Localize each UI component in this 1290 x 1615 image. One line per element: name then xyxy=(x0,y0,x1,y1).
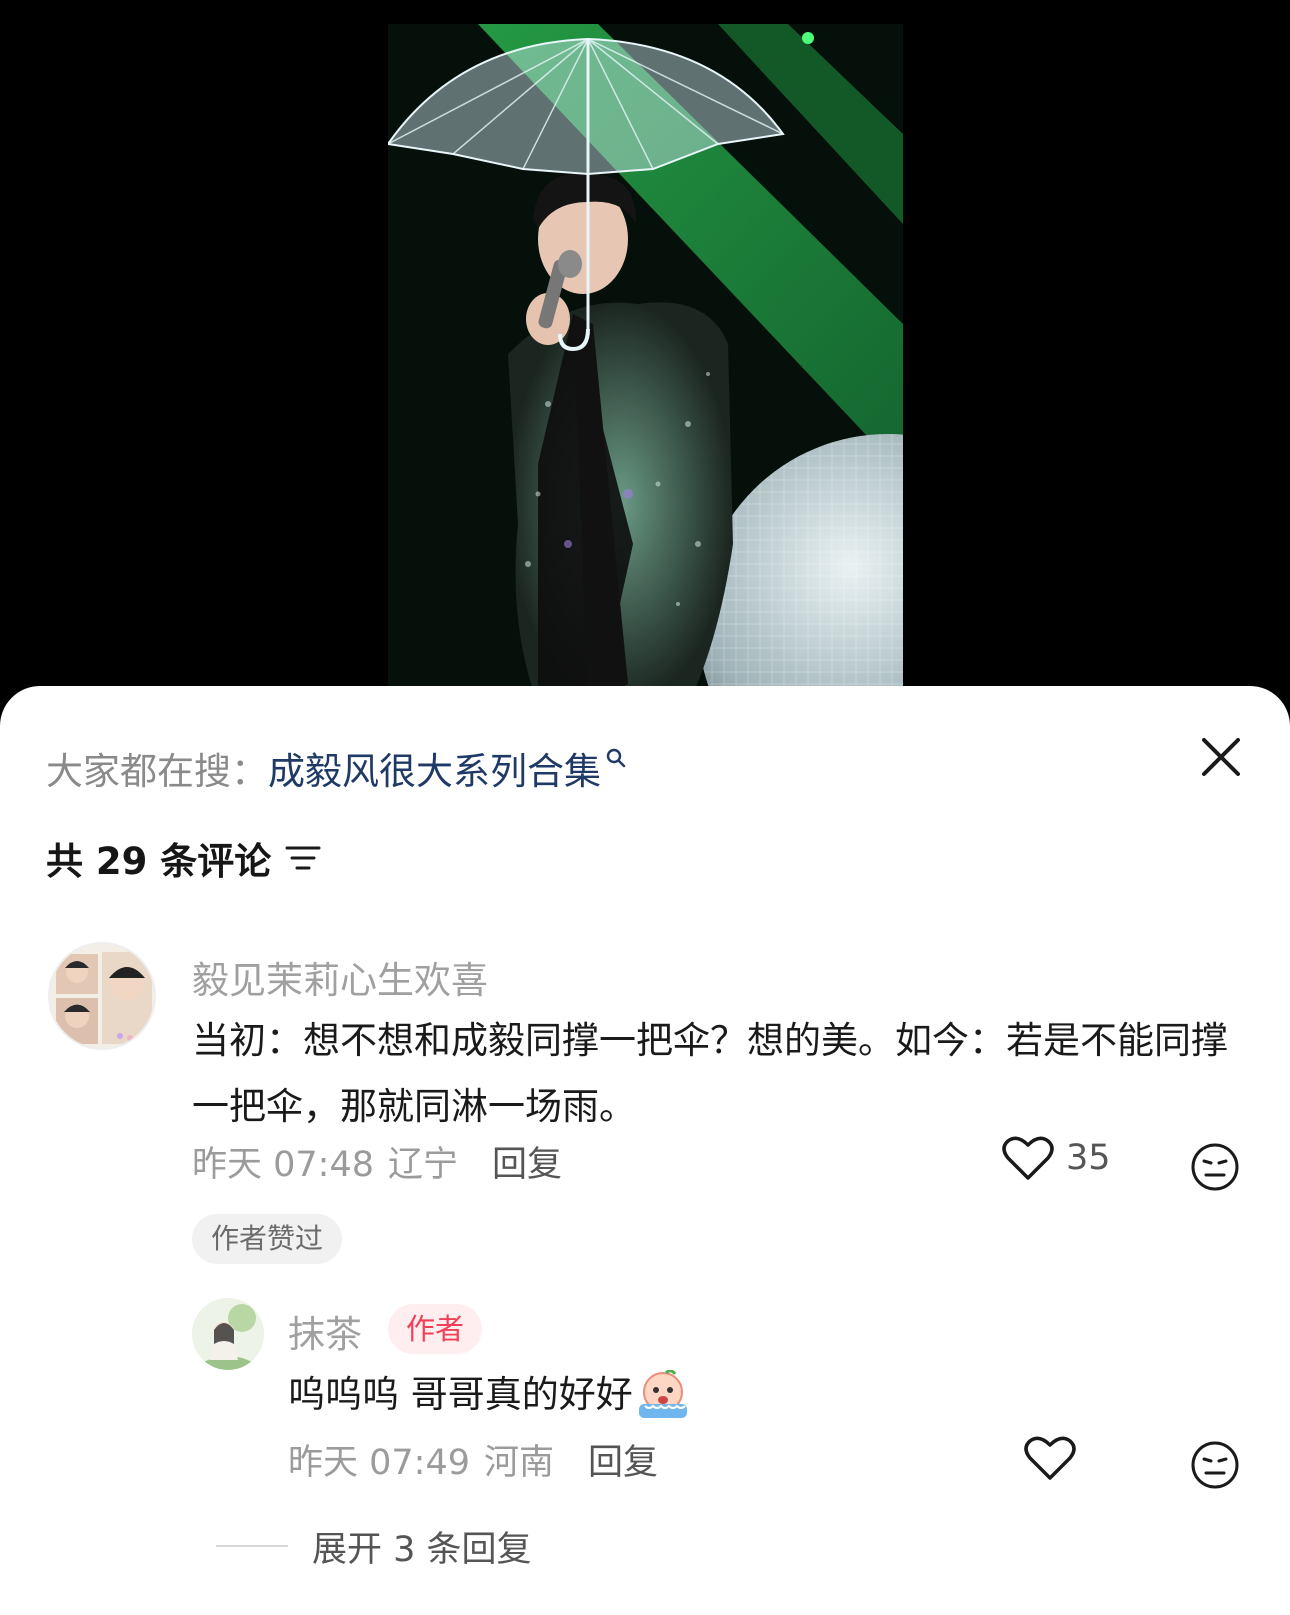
close-icon[interactable] xyxy=(1196,732,1246,782)
trending-search-term[interactable]: 成毅风很大系列合集 xyxy=(268,741,601,795)
trending-search[interactable]: 大家都在搜： 成毅风很大系列合集 xyxy=(46,740,627,796)
author-liked-tag: 作者赞过 xyxy=(192,1214,343,1264)
heart-icon xyxy=(1002,1136,1054,1180)
expand-replies-button[interactable]: 展开 3 条回复 xyxy=(216,1516,532,1576)
video-frame-illustration xyxy=(388,24,903,704)
avatar-image xyxy=(50,944,154,1048)
comment-sheet: 大家都在搜： 成毅风很大系列合集 共 29 条评论 毅见茉莉心生欢喜 当初：想不… xyxy=(0,686,1290,1615)
like-button[interactable]: 35 xyxy=(1002,1134,1111,1182)
reply-location: 河南 xyxy=(484,1443,555,1483)
comment-count-label: 共 29 条评论 xyxy=(46,840,272,883)
neutral-face-icon[interactable] xyxy=(1190,1142,1240,1192)
reply-avatar[interactable] xyxy=(192,1298,264,1370)
like-count: 35 xyxy=(1066,1138,1111,1178)
reply-avatar-image xyxy=(192,1298,264,1370)
search-icon xyxy=(606,748,626,768)
reply-button[interactable]: 回复 xyxy=(492,1136,562,1187)
comment-time: 昨天 07:48 xyxy=(192,1145,374,1185)
video-frame[interactable] xyxy=(388,24,903,704)
reply-text: 呜呜呜 哥哥真的好好 xyxy=(288,1373,633,1416)
reply-text-row: 呜呜呜 哥哥真的好好 xyxy=(288,1362,1188,1428)
expand-divider xyxy=(216,1545,288,1547)
comment-username[interactable]: 毅见茉莉心生欢喜 xyxy=(192,950,488,1004)
avatar[interactable] xyxy=(48,942,156,1050)
comment-count-header: 共 29 条评论 xyxy=(46,830,321,886)
comment-location: 辽宁 xyxy=(388,1145,459,1185)
comment-meta: 昨天 07:48 辽宁 回复 xyxy=(192,1136,562,1187)
heart-icon[interactable] xyxy=(1024,1434,1076,1482)
app-root: 大家都在搜： 成毅风很大系列合集 共 29 条评论 毅见茉莉心生欢喜 当初：想不… xyxy=(0,0,1290,1615)
reply-time: 昨天 07:49 xyxy=(288,1443,470,1483)
reply-meta: 昨天 07:49 河南 回复 xyxy=(288,1434,658,1485)
comment-text: 当初：想不想和成毅同撑一把伞？想的美。如今：若是不能同撑一把伞，那就同淋一场雨。 xyxy=(192,1019,1228,1128)
reply-reply-button[interactable]: 回复 xyxy=(588,1434,658,1485)
author-badge: 作者 xyxy=(388,1304,483,1354)
expand-replies-label: 展开 3 条回复 xyxy=(312,1529,532,1570)
trending-search-prefix: 大家都在搜： xyxy=(46,750,268,793)
sort-icon[interactable] xyxy=(285,843,321,873)
reply-username[interactable]: 抹茶 xyxy=(288,1304,362,1358)
crying-face-emoji xyxy=(638,1370,687,1418)
video-player[interactable] xyxy=(0,0,1290,704)
neutral-face-icon[interactable] xyxy=(1190,1440,1240,1490)
